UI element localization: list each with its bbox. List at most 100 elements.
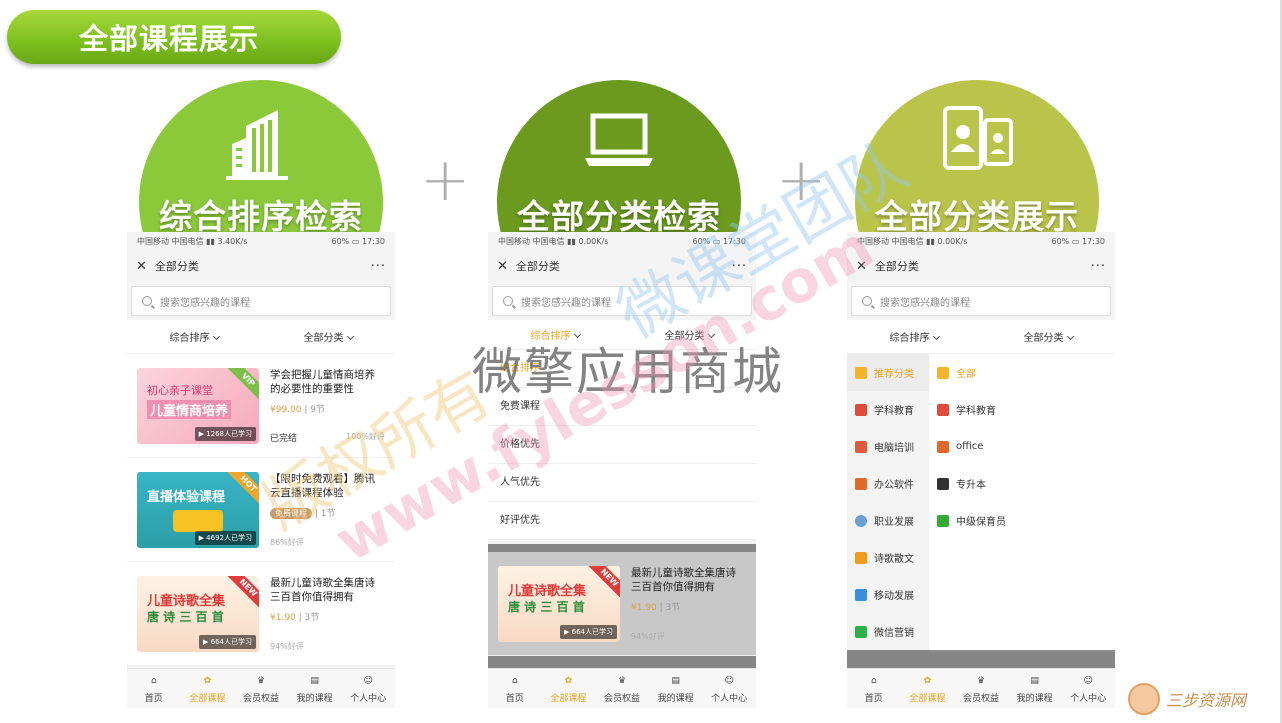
circle-title: 全部分类检索 xyxy=(517,197,721,236)
status-bar: 中国移动 中国电信 ▮▮ 0.00K/s 60% ▭ 17:30 xyxy=(847,232,1115,250)
laptop-icon xyxy=(497,106,741,182)
subcategory-item[interactable]: 全部 xyxy=(929,354,1115,391)
search-input[interactable]: 搜索您感兴趣的课程 xyxy=(131,286,391,316)
thumb-text: 直播体验课程 xyxy=(147,489,226,505)
search-input[interactable]: 搜索您感兴趣的课程 xyxy=(492,286,752,316)
tab-my-courses[interactable]: ▤ 我的课程 xyxy=(288,669,342,708)
tab-home[interactable]: ⌂ 首页 xyxy=(488,669,542,708)
category-item[interactable]: 办公软件 xyxy=(847,465,929,502)
tab-my-courses[interactable]: ▤ 我的课程 xyxy=(1008,669,1062,708)
battery: 60% xyxy=(331,236,350,246)
category-item[interactable]: 电脑培训 xyxy=(847,428,929,465)
search-icon xyxy=(142,296,152,306)
book-icon xyxy=(937,403,949,416)
grid-icon xyxy=(855,366,867,379)
more-icon[interactable]: ··· xyxy=(732,259,747,274)
plus-sign: + xyxy=(420,145,471,215)
lesson-count: 3节 xyxy=(304,612,320,623)
tab-home[interactable]: ⌂ 首页 xyxy=(127,669,181,708)
dim-overlay[interactable] xyxy=(847,650,1115,668)
sort-option[interactable]: 价格优先 xyxy=(488,426,756,464)
phone-screen-category: 中国移动 中国电信 ▮▮ 0.00K/s 60% ▭ 17:30 ✕ 全部分类 … xyxy=(488,232,756,708)
flower-icon: ✿ xyxy=(203,675,212,686)
phones-icon xyxy=(855,106,1099,182)
sort-option[interactable]: 免费课程 xyxy=(488,388,756,426)
subcategory-item[interactable]: 专升本 xyxy=(929,465,1115,502)
filter-category[interactable]: 全部分类 xyxy=(622,327,756,342)
tab-all-courses[interactable]: ✿ 全部课程 xyxy=(901,669,955,708)
tab-profile[interactable]: ☺ 个人中心 xyxy=(341,669,395,708)
filter-category[interactable]: 全部分类 xyxy=(981,329,1115,344)
filter-category[interactable]: 全部分类 xyxy=(261,329,395,344)
tab-bar: ⌂ 首页 ✿ 全部课程 ♛ 会员权益 ▤ 我的课程 ☺ 个人中心 xyxy=(847,668,1115,708)
tab-profile[interactable]: ☺ 个人中心 xyxy=(702,669,756,708)
subcategory-item[interactable]: 中级保育员 xyxy=(929,502,1115,539)
close-icon[interactable]: ✕ xyxy=(856,259,867,274)
tab-home[interactable]: ⌂ 首页 xyxy=(847,669,901,708)
leaf-icon xyxy=(937,514,949,527)
tab-my-courses[interactable]: ▤ 我的课程 xyxy=(649,669,703,708)
book-icon xyxy=(855,403,867,416)
thumb-text: 儿童情商培养 xyxy=(147,399,232,419)
filter-sort[interactable]: 综合排序 xyxy=(488,327,622,342)
office-icon xyxy=(937,440,949,453)
crown-icon: ♛ xyxy=(256,675,266,686)
category-right-list: 全部 学科教育 office 专升本 中级保育员 xyxy=(929,354,1115,652)
search-input[interactable]: 搜索您感兴趣的课程 xyxy=(851,286,1111,316)
phone-screen-sort: 中国移动 中国电信 ▮▮ 3.40K/s 60% ▭ 17:30 ✕ 全部分类 … xyxy=(127,232,395,708)
course-title: 最新儿童诗歌全集唐诗三百首你值得拥有 xyxy=(270,576,375,603)
tab-all-courses[interactable]: ✿ 全部课程 xyxy=(181,669,235,708)
more-icon[interactable]: ··· xyxy=(371,259,386,274)
category-item[interactable]: 诗歌散文 xyxy=(847,539,929,576)
apple-icon xyxy=(855,588,867,601)
office-icon xyxy=(855,477,867,490)
list-item[interactable]: 儿童诗歌全集 唐 诗 三 百 首 NEW ▶ 664人已学习 最新儿童诗歌全集唐… xyxy=(127,562,395,666)
plus-sign: + xyxy=(776,145,827,215)
list-item[interactable]: 初心亲子课堂 儿童情商培养 VIP ▶ 1268人已学习 学会把握儿童情商培养的… xyxy=(127,354,395,458)
subcategory-item[interactable]: office xyxy=(929,428,1115,465)
category-item[interactable]: 推荐分类 xyxy=(847,354,929,391)
carrier: 中国移动 中国电信 xyxy=(137,236,204,246)
vip-badge: VIP xyxy=(226,367,259,402)
category-item[interactable]: 职业发展 xyxy=(847,502,929,539)
course-status: 已完结 xyxy=(270,433,298,444)
sort-option[interactable]: 好评优先 xyxy=(488,502,756,540)
course-title: 学会把握儿童情商培养的必要性的重要性 xyxy=(270,368,375,395)
circle-title: 全部分类展示 xyxy=(875,197,1079,236)
learners-count: ▶ 1268人已学习 xyxy=(194,426,256,441)
phone-screen-display: 中国移动 中国电信 ▮▮ 0.00K/s 60% ▭ 17:30 ✕ 全部分类 … xyxy=(847,232,1115,708)
list-item: 儿童诗歌全集 唐 诗 三 百 首 NEW ▶ 664人已学习 最新儿童诗歌全集唐… xyxy=(488,552,756,656)
tab-profile[interactable]: ☺ 个人中心 xyxy=(1061,669,1115,708)
sort-option[interactable]: 综合排序 xyxy=(488,350,756,388)
career-icon xyxy=(855,514,867,527)
more-icon[interactable]: ··· xyxy=(1091,259,1106,274)
tab-all-courses[interactable]: ✿ 全部课程 xyxy=(542,669,596,708)
avatar-icon xyxy=(1128,683,1160,715)
filter-sort[interactable]: 综合排序 xyxy=(847,329,981,344)
course-rating: 86%好评 xyxy=(270,537,304,547)
tab-bar: ⌂ 首页 ✿ 全部课程 ♛ 会员权益 ▤ 我的课程 ☺ 个人中心 xyxy=(127,668,395,708)
clock: 17:30 xyxy=(361,236,385,246)
category-left-list: 推荐分类 学科教育 电脑培训 办公软件 职业发展 诗歌散文 移动发展 微信营销 xyxy=(847,354,929,652)
learners-count: ▶ 4692人已学习 xyxy=(194,530,256,545)
close-icon[interactable]: ✕ xyxy=(497,259,508,274)
subcategory-item[interactable]: 学科教育 xyxy=(929,391,1115,428)
category-item[interactable]: 学科教育 xyxy=(847,391,929,428)
course-thumbnail: 直播体验课程 HOT ▶ 4692人已学习 xyxy=(137,471,259,548)
thumb-text: 初心亲子课堂 xyxy=(147,383,213,397)
course-price: ¥1.90 xyxy=(270,612,296,623)
sort-option[interactable]: 人气优先 xyxy=(488,464,756,502)
corner-logo: 三步资源网 xyxy=(1128,679,1278,719)
list-item[interactable]: 直播体验课程 HOT ▶ 4692人已学习 【限时免费观看】腾讯云直播课程体验 … xyxy=(127,458,395,562)
tab-membership[interactable]: ♛ 会员权益 xyxy=(954,669,1008,708)
poem-icon xyxy=(855,551,867,564)
filter-sort[interactable]: 综合排序 xyxy=(127,329,261,344)
sort-dropdown: 综合排序 免费课程 价格优先 人气优先 好评优先 xyxy=(488,350,756,540)
tab-membership[interactable]: ♛ 会员权益 xyxy=(234,669,288,708)
tab-membership[interactable]: ♛ 会员权益 xyxy=(595,669,649,708)
category-item[interactable]: 移动发展 xyxy=(847,576,929,613)
category-item[interactable]: 微信营销 xyxy=(847,613,929,650)
dim-overlay[interactable]: 儿童诗歌全集 唐 诗 三 百 首 NEW ▶ 664人已学习 最新儿童诗歌全集唐… xyxy=(488,544,756,668)
close-icon[interactable]: ✕ xyxy=(136,259,147,274)
new-badge: NEW xyxy=(226,575,259,610)
